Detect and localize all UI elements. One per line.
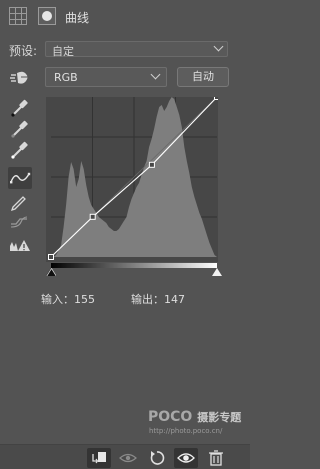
- watermark-url: http://photo.poco.cn/: [149, 427, 223, 435]
- preset-value: 自定: [52, 45, 74, 58]
- curve-control-point[interactable]: [214, 97, 219, 100]
- curve-control-point[interactable]: [48, 254, 54, 260]
- black-point-slider-outline: [46, 268, 56, 276]
- input-readout: 输入：155: [41, 293, 95, 306]
- properties-header: 曲线: [0, 0, 250, 34]
- channel-dropdown[interactable]: RGB: [45, 67, 167, 87]
- curves-grid-icon: [9, 7, 27, 25]
- watermark-brand: POCO: [148, 409, 193, 425]
- preset-dropdown[interactable]: 自定: [45, 41, 228, 58]
- reset-icon: [150, 451, 165, 465]
- reset-button[interactable]: [145, 448, 169, 468]
- smooth-curve-icon[interactable]: [8, 211, 32, 233]
- gray-point-eyedropper-icon[interactable]: [8, 118, 32, 140]
- auto-button[interactable]: 自动: [177, 67, 229, 87]
- curve-point-tool-icon[interactable]: [8, 167, 32, 189]
- input-gradient-bar: [51, 263, 217, 268]
- delete-icon: [209, 450, 223, 466]
- layer-mask-icon[interactable]: [38, 7, 56, 25]
- white-point-eyedropper-icon[interactable]: [8, 139, 32, 161]
- white-point-slider[interactable]: [212, 268, 222, 276]
- clip-to-layer-icon: [92, 452, 106, 464]
- watermark-tagline: 摄影专题: [197, 411, 242, 424]
- view-previous-state-button[interactable]: [116, 448, 140, 468]
- delete-button[interactable]: [204, 448, 228, 468]
- curve-control-point[interactable]: [89, 213, 96, 220]
- clip-to-layer-button[interactable]: [87, 448, 111, 468]
- chevron-down-icon: [150, 69, 161, 80]
- channel-value: RGB: [54, 71, 78, 84]
- clipping-warning-icon[interactable]: [8, 234, 32, 256]
- black-point-eyedropper-icon[interactable]: [8, 97, 32, 119]
- panel-title: 曲线: [65, 11, 90, 25]
- watermark-logo: POCO 摄影专题: [148, 409, 241, 425]
- curves-graph[interactable]: [46, 97, 218, 262]
- visibility-toggle-button[interactable]: [174, 448, 198, 468]
- view-previous-state-icon: [119, 453, 137, 463]
- chevron-down-icon: [213, 41, 224, 52]
- output-readout: 输出：147: [131, 293, 185, 306]
- targeted-adjustment-icon[interactable]: [9, 69, 31, 87]
- visibility-eye-icon: [177, 453, 195, 463]
- curve-control-point[interactable]: [148, 161, 155, 168]
- pencil-icon[interactable]: [8, 190, 32, 212]
- panel-footer: [0, 444, 250, 469]
- preset-label: 预设:: [9, 44, 38, 58]
